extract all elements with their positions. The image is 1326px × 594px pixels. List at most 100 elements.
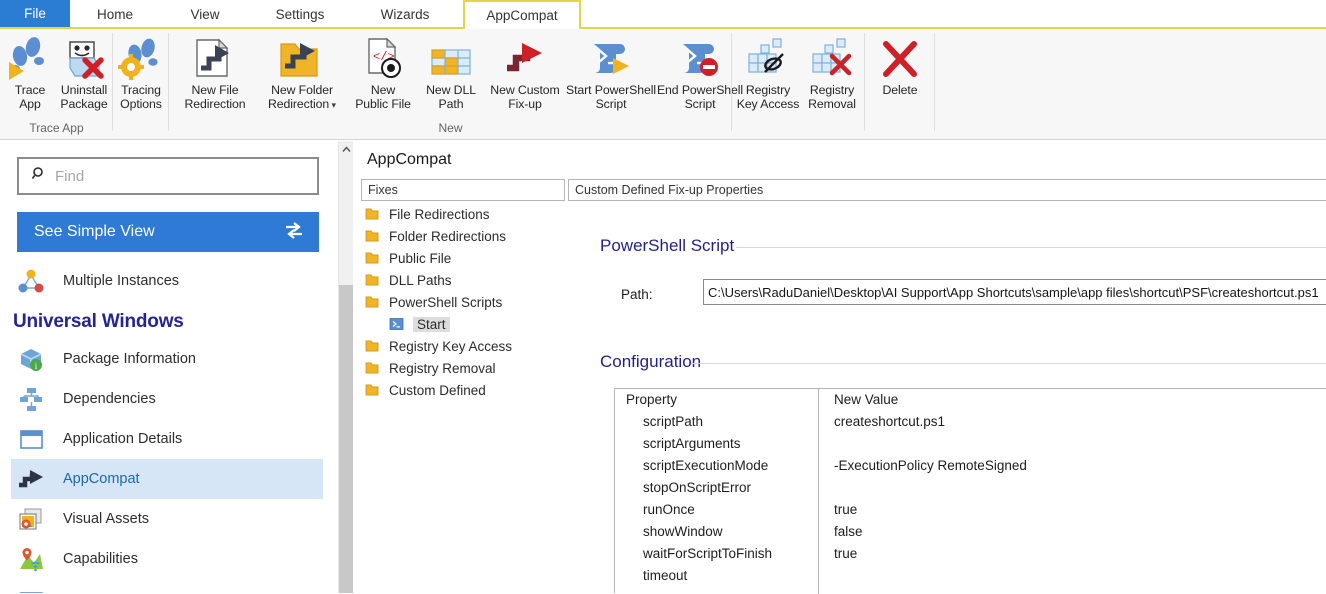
- tab-home-label: Home: [97, 7, 133, 22]
- powershell-section-title: PowerShell Script: [600, 236, 734, 256]
- row-property: runOnce: [615, 499, 695, 521]
- scrollbar-thumb[interactable]: [339, 285, 354, 593]
- tab-home[interactable]: Home: [70, 0, 160, 29]
- ribbon-group-registry: Registry Key Access Registry Removal: [732, 29, 865, 139]
- tree-item-label: File Redirections: [389, 207, 490, 222]
- table-row[interactable]: showWindow false: [615, 521, 1326, 543]
- ribbon-button-new-custom-fixup[interactable]: New Custom Fix-up: [484, 34, 566, 111]
- tab-appcompat[interactable]: AppCompat: [463, 0, 581, 29]
- ribbon-button-new-folder-redirection[interactable]: New Folder Redirection ▾: [256, 34, 348, 112]
- tab-view-label: View: [190, 7, 219, 22]
- row-property: waitForScriptToFinish: [615, 543, 772, 565]
- sidebar-item-capabilities[interactable]: Capabilities: [11, 539, 323, 579]
- row-property: showWindow: [615, 521, 723, 543]
- table-row[interactable]: timeout: [615, 565, 1326, 587]
- swap-arrows-icon: [284, 221, 304, 244]
- powershell-script-icon: [385, 317, 407, 331]
- ribbon-button-new-dll-path[interactable]: New DLL Path: [418, 34, 484, 111]
- sidebar-item-package-information-label: Package Information: [63, 351, 196, 367]
- tree-item-folder-redirections[interactable]: Folder Redirections: [361, 225, 565, 247]
- table-row[interactable]: scriptArguments: [615, 433, 1326, 455]
- dll-path-icon: [426, 34, 476, 80]
- folder-icon: [361, 339, 383, 353]
- tree-item-label: Public File: [389, 251, 451, 266]
- tab-wizards[interactable]: Wizards: [350, 0, 460, 29]
- ribbon-button-uninstall-package[interactable]: Uninstall Package: [56, 34, 112, 111]
- tree-item-start[interactable]: Start: [361, 313, 565, 335]
- ribbon-button-registry-key-access[interactable]: Registry Key Access: [735, 34, 801, 111]
- ribbon-button-start-powershell-script[interactable]: Start PowerShell Script: [566, 34, 656, 111]
- tree-item-label: Folder Redirections: [389, 229, 506, 244]
- fixes-tree-header: Fixes: [361, 179, 565, 201]
- sidebar-item-dependencies[interactable]: Dependencies: [11, 379, 323, 419]
- tree-item-file-redirections[interactable]: File Redirections: [361, 203, 565, 225]
- search-input[interactable]: Find: [17, 157, 319, 195]
- tree-item-registry-removal[interactable]: Registry Removal: [361, 357, 565, 379]
- table-row[interactable]: stopOnScriptError: [615, 477, 1326, 499]
- folder-icon: [361, 207, 383, 221]
- ribbon-button-tracing-options-label: Tracing Options: [120, 83, 162, 111]
- multiple-instances-icon: [11, 267, 51, 295]
- ribbon-group-divider: [934, 33, 935, 131]
- custom-fixup-icon: [500, 34, 550, 80]
- chevron-up-icon[interactable]: [339, 141, 354, 158]
- sidebar-item-application-details-label: Application Details: [63, 431, 182, 447]
- ribbon-group-new: New File Redirection New Folder Redirect…: [169, 29, 732, 139]
- ribbon-button-registry-removal[interactable]: Registry Removal: [801, 34, 863, 111]
- sidebar-item-partial[interactable]: [11, 579, 323, 593]
- tree-item-powershell-scripts[interactable]: PowerShell Scripts: [361, 291, 565, 313]
- tree-item-label: DLL Paths: [389, 273, 452, 288]
- page-title: AppCompat: [367, 151, 452, 169]
- table-row[interactable]: scriptPath createshortcut.ps1: [615, 411, 1326, 433]
- table-row[interactable]: scriptExecutionMode -ExecutionPolicy Rem…: [615, 455, 1326, 477]
- tab-wizards-label: Wizards: [381, 7, 430, 22]
- sidebar-item-appcompat[interactable]: AppCompat: [11, 459, 323, 499]
- sidebar-item-visual-assets[interactable]: Visual Assets: [11, 499, 323, 539]
- row-property: timeout: [615, 565, 687, 587]
- ribbon-tabbar: File Home View Settings Wizards AppCompa…: [0, 0, 1326, 29]
- file-redirect-icon: [189, 34, 241, 80]
- package-delete-icon: [61, 34, 107, 80]
- tree-item-dll-paths[interactable]: DLL Paths: [361, 269, 565, 291]
- ribbon-button-delete[interactable]: Delete: [873, 34, 927, 97]
- properties-panel: PowerShell Script Path: Configuration Pr…: [568, 201, 1326, 593]
- tree-item-label: PowerShell Scripts: [389, 295, 502, 310]
- ribbon-button-trace-app[interactable]: Trace App: [4, 34, 56, 111]
- folder-icon: [361, 361, 383, 375]
- sidebar-item-multiple-instances[interactable]: Multiple Instances: [11, 261, 323, 301]
- see-simple-view-button[interactable]: See Simple View: [17, 212, 319, 252]
- tree-item-public-file[interactable]: Public File: [361, 247, 565, 269]
- row-value: true: [825, 543, 857, 565]
- ribbon-button-uninstall-package-label: Uninstall Package: [60, 83, 107, 111]
- ribbon-button-tracing-options[interactable]: Tracing Options: [115, 34, 167, 111]
- tab-file[interactable]: File: [0, 0, 70, 27]
- path-input[interactable]: [703, 279, 1326, 305]
- ribbon-group-trace-app: Trace App Uninstall Package Trace App: [0, 29, 113, 139]
- folder-icon: [361, 383, 383, 397]
- tab-view[interactable]: View: [160, 0, 250, 29]
- sidebar-item-capabilities-label: Capabilities: [63, 551, 138, 567]
- chevron-down-icon[interactable]: ▾: [329, 100, 336, 110]
- column-header-property: Property: [615, 389, 677, 411]
- tree-item-label: Registry Key Access: [389, 339, 512, 354]
- table-row[interactable]: waitForScriptToFinish true: [615, 543, 1326, 565]
- row-value: true: [825, 499, 857, 521]
- row-property: scriptArguments: [615, 433, 741, 455]
- tab-settings[interactable]: Settings: [250, 0, 350, 29]
- tab-file-label: File: [24, 6, 46, 21]
- tree-item-registry-key-access[interactable]: Registry Key Access: [361, 335, 565, 357]
- folder-icon: [361, 295, 383, 309]
- tree-item-label: Start: [413, 317, 450, 332]
- sidebar-item-application-details[interactable]: Application Details: [11, 419, 323, 459]
- configuration-section-title: Configuration: [600, 352, 701, 372]
- sidebar-scrollbar[interactable]: [338, 141, 353, 593]
- powershell-start-icon: [586, 34, 636, 80]
- tree-item-custom-defined[interactable]: Custom Defined: [361, 379, 565, 401]
- folder-redirect-icon: [276, 34, 328, 80]
- powershell-section-rule: [736, 247, 1326, 248]
- ribbon-button-new-public-file[interactable]: </> New Public File: [348, 34, 418, 111]
- ribbon-button-new-file-redirection[interactable]: New File Redirection: [174, 34, 256, 111]
- sidebar-item-package-information[interactable]: i Package Information: [11, 339, 323, 379]
- table-row[interactable]: runOnce true: [615, 499, 1326, 521]
- folder-icon: [361, 273, 383, 287]
